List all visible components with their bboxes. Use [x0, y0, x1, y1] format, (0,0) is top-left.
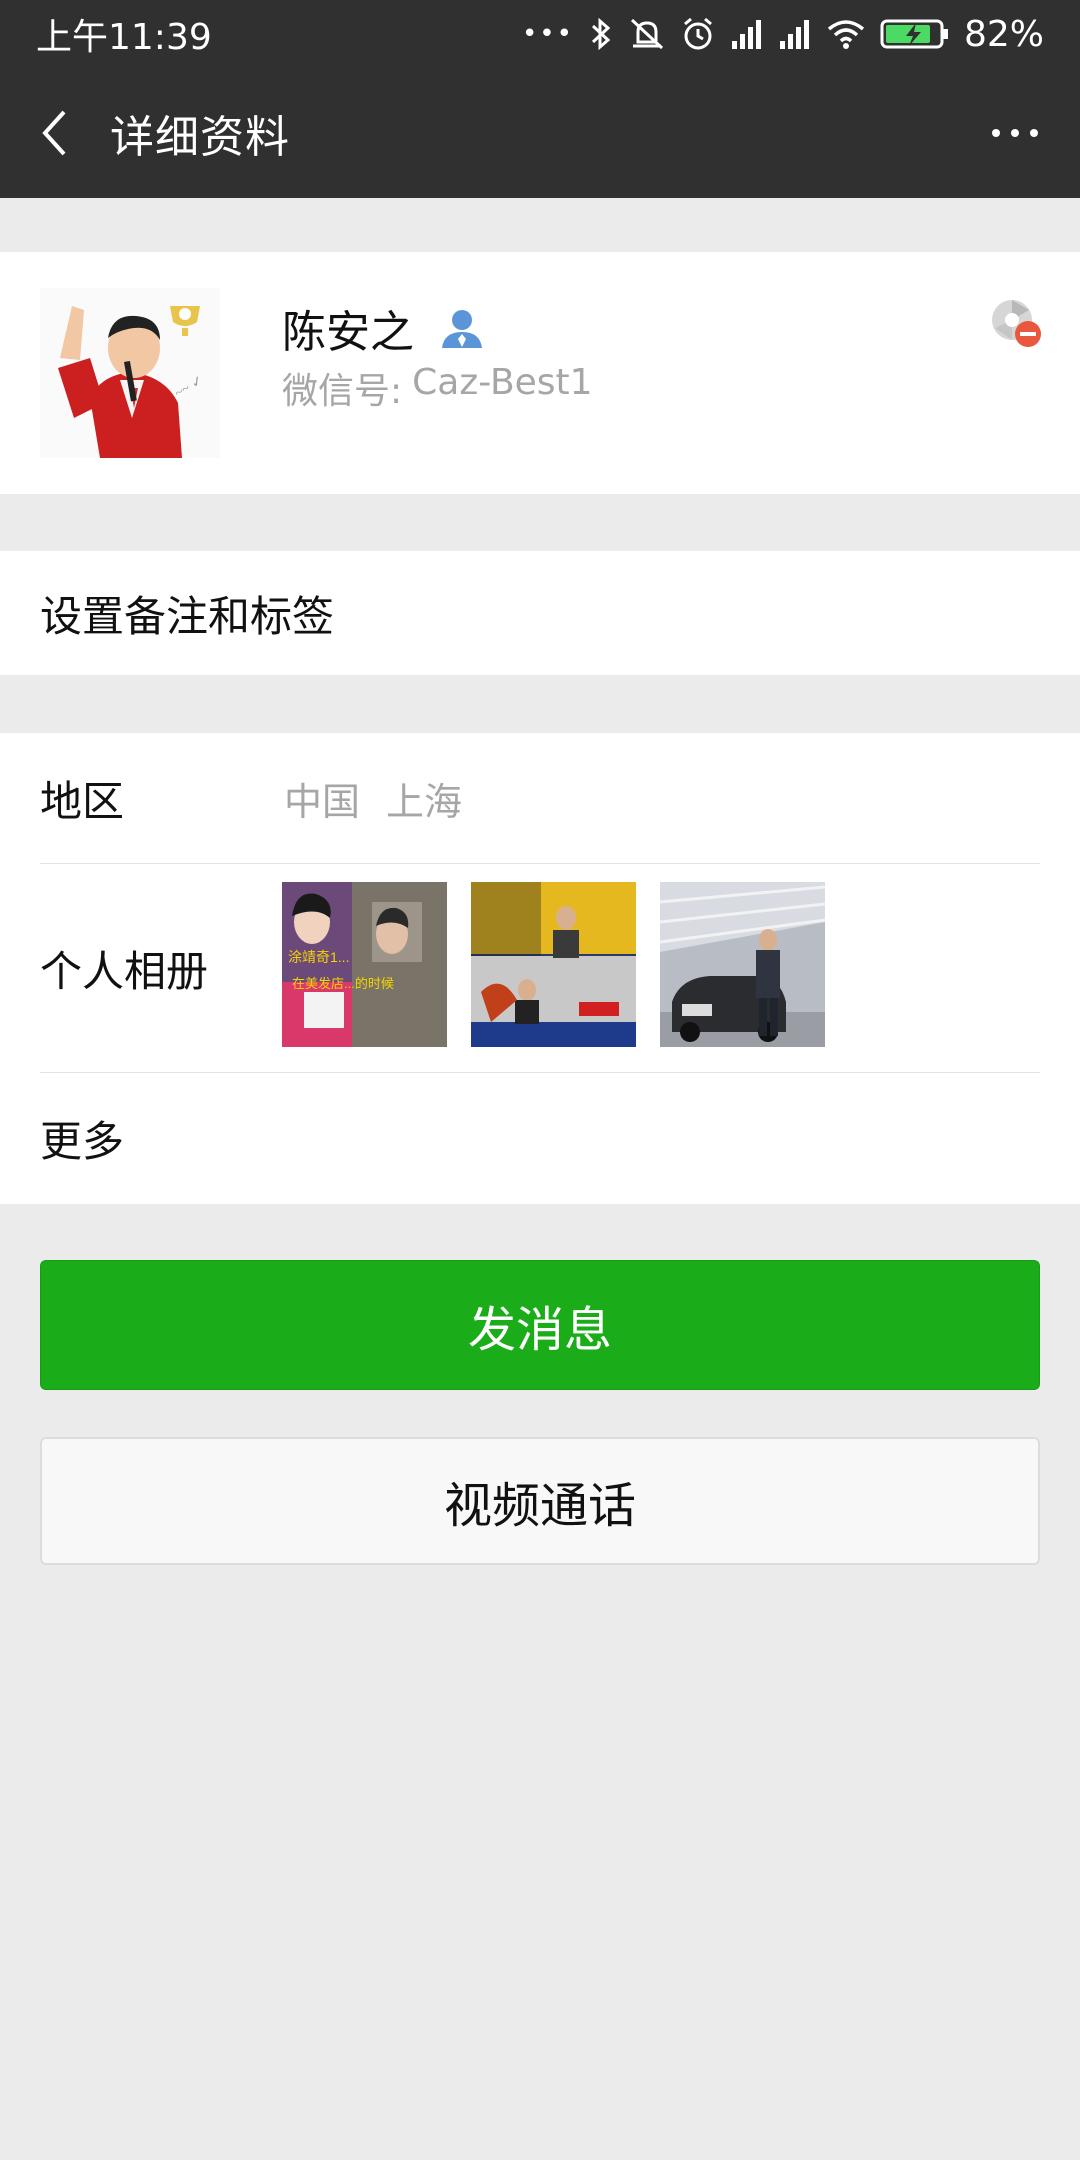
album-label: 个人相册 [40, 946, 209, 996]
battery-percent: 82% [963, 13, 1044, 55]
wifi-icon [827, 20, 865, 49]
profile-card: ~~ ✓ 陈安之 微信号: Caz-Best1 [0, 252, 1080, 494]
more-options-button[interactable] [950, 68, 1080, 198]
contact-name: 陈安之 [282, 307, 414, 358]
avatar-image: ~~ ✓ [40, 288, 220, 458]
more-label: 更多 [40, 1117, 125, 1166]
app-bar: 详细资料 [0, 68, 1080, 198]
more-dot [1030, 129, 1038, 137]
more-dot [1011, 129, 1019, 137]
avatar[interactable]: ~~ ✓ [40, 288, 220, 458]
notification-dots: ••• [521, 19, 574, 49]
contact-person-icon [442, 310, 482, 348]
alarm-icon [684, 17, 712, 50]
album-caption-2: 在美发店...的时候 [292, 976, 394, 991]
region-value: 中国 上海 [284, 771, 462, 826]
more-horizontal-icon [992, 129, 1000, 137]
region-city: 上海 [386, 779, 463, 824]
page-title: 详细资料 [110, 112, 290, 163]
blocked-moments-icon [992, 300, 1041, 347]
info-card: 地区 中国 上海 个人相册 涂靖奇1... 在美发店...的时候 更多 [0, 733, 1080, 1204]
set-remark-row[interactable]: 设置备注和标签 [0, 551, 1080, 675]
region-country: 中国 [284, 779, 361, 824]
bluetooth-icon [591, 17, 611, 51]
name-row: 陈安之 [282, 296, 484, 360]
album-thumbnail[interactable]: 涂靖奇1... 在美发店...的时候 [282, 882, 447, 1047]
album-thumbnail[interactable] [660, 882, 825, 1047]
wechat-id: 微信号: Caz-Best1 [282, 362, 593, 414]
album-caption-1: 涂靖奇1... [288, 949, 349, 965]
send-message-button[interactable]: 发消息 [40, 1260, 1040, 1390]
signal-icon [779, 20, 809, 49]
mute-icon [630, 18, 664, 50]
status-time: 上午11:39 [36, 17, 212, 58]
album-photo-2 [471, 882, 636, 1047]
status-icons: ••• 82% [522, 14, 1044, 55]
chevron-left-icon [42, 110, 66, 156]
more-row[interactable]: 更多 [0, 1073, 1080, 1204]
back-button[interactable] [0, 68, 110, 198]
album-thumbnails: 涂靖奇1... 在美发店...的时候 [282, 882, 825, 1047]
album-photo-1: 涂靖奇1... 在美发店...的时候 [282, 882, 447, 1047]
region-row: 地区 中国 上海 [0, 733, 1080, 863]
personal-album-row[interactable]: 个人相册 涂靖奇1... 在美发店...的时候 [0, 864, 1080, 1072]
album-thumbnail[interactable] [471, 882, 636, 1047]
set-remark-label: 设置备注和标签 [40, 591, 335, 641]
video-call-button[interactable]: 视频通话 [40, 1437, 1040, 1565]
status-bar: 上午11:39 ••• 82% [0, 0, 1080, 68]
battery-charging-icon [880, 19, 948, 49]
album-photo-3 [660, 882, 825, 1047]
wechat-id-value: Caz-Best1 [412, 362, 593, 403]
wechat-id-label: 微信号: [282, 371, 403, 412]
region-label: 地区 [40, 776, 125, 826]
signal-icon [731, 20, 761, 49]
